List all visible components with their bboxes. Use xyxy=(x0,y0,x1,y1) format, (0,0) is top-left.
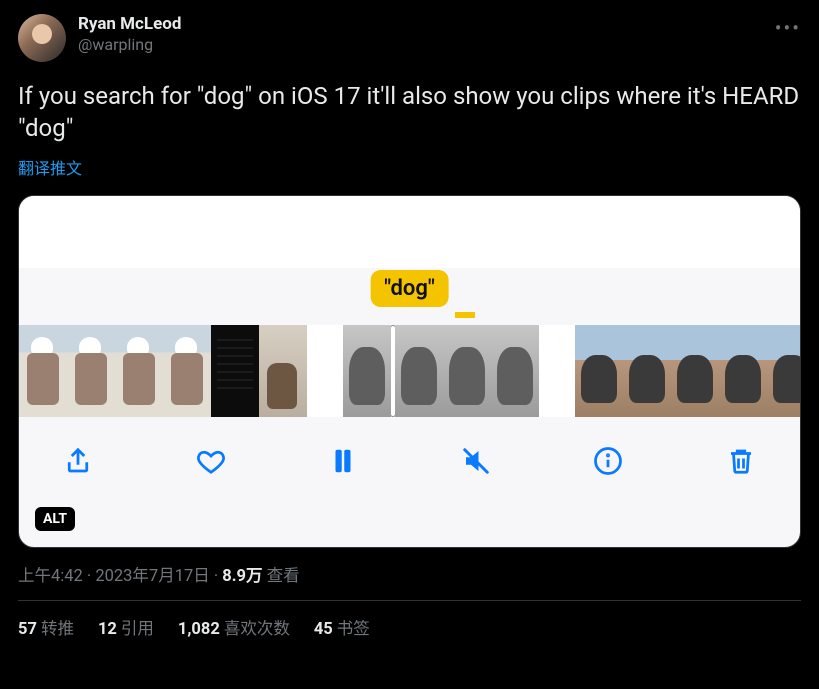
tweet-time: 上午4:42 xyxy=(18,567,83,586)
clip-thumbnails[interactable] xyxy=(19,325,307,417)
quotes-stat[interactable]: 12引用 xyxy=(98,615,154,639)
video-scrubber-row[interactable] xyxy=(19,325,800,417)
share-icon[interactable] xyxy=(63,446,93,476)
clip-thumbnails[interactable] xyxy=(575,325,800,417)
retweets-stat[interactable]: 57转推 xyxy=(18,615,74,639)
video-frame xyxy=(259,325,307,417)
video-frame xyxy=(67,325,115,417)
mute-icon[interactable] xyxy=(461,446,491,476)
media-whitespace xyxy=(19,196,800,268)
author-handle: @warpling xyxy=(78,35,181,55)
user-block[interactable]: Ryan McLeod @warpling xyxy=(78,14,181,55)
alt-badge[interactable]: ALT xyxy=(35,507,75,531)
video-frame xyxy=(491,325,539,417)
video-frame xyxy=(211,325,259,417)
tweet-date: 2023年7月17日 xyxy=(95,567,209,586)
tweet-header: Ryan McLeod @warpling ••• xyxy=(18,14,801,62)
video-frame xyxy=(443,325,491,417)
video-frame xyxy=(343,325,391,417)
playhead-marker xyxy=(455,312,475,318)
video-frame xyxy=(115,325,163,417)
tweet-container: Ryan McLeod @warpling ••• If you search … xyxy=(0,0,819,639)
video-frame xyxy=(575,325,623,417)
more-icon[interactable]: ••• xyxy=(775,16,801,40)
views-count: 8.9万 xyxy=(222,567,262,586)
video-frame xyxy=(719,325,767,417)
video-frame xyxy=(767,325,800,417)
views-label: 查看 xyxy=(267,567,300,586)
trash-icon[interactable] xyxy=(726,446,756,476)
translate-link[interactable]: 翻译推文 xyxy=(18,155,801,179)
video-frame xyxy=(395,325,443,417)
info-icon[interactable] xyxy=(593,446,623,476)
video-frame xyxy=(623,325,671,417)
tweet-media[interactable]: "dog" xyxy=(18,195,801,548)
video-frame xyxy=(671,325,719,417)
search-result-pill: "dog" xyxy=(370,270,449,307)
heart-icon[interactable] xyxy=(196,446,226,476)
avatar[interactable] xyxy=(18,14,66,62)
bookmarks-stat[interactable]: 45书签 xyxy=(314,615,370,639)
video-frame xyxy=(19,325,67,417)
tweet-stats: 57转推 12引用 1,082喜欢次数 45书签 xyxy=(18,601,801,639)
author-display-name: Ryan McLeod xyxy=(78,14,181,35)
clip-thumbnails[interactable] xyxy=(343,325,539,417)
likes-stat[interactable]: 1,082喜欢次数 xyxy=(178,615,290,639)
tweet-meta[interactable]: 上午4:42 · 2023年7月17日 · 8.9万 查看 xyxy=(18,562,801,586)
pause-icon[interactable] xyxy=(328,446,358,476)
video-frame xyxy=(163,325,211,417)
tweet-text: If you search for "dog" on iOS 17 it'll … xyxy=(18,80,801,145)
media-toolbar xyxy=(19,432,800,490)
